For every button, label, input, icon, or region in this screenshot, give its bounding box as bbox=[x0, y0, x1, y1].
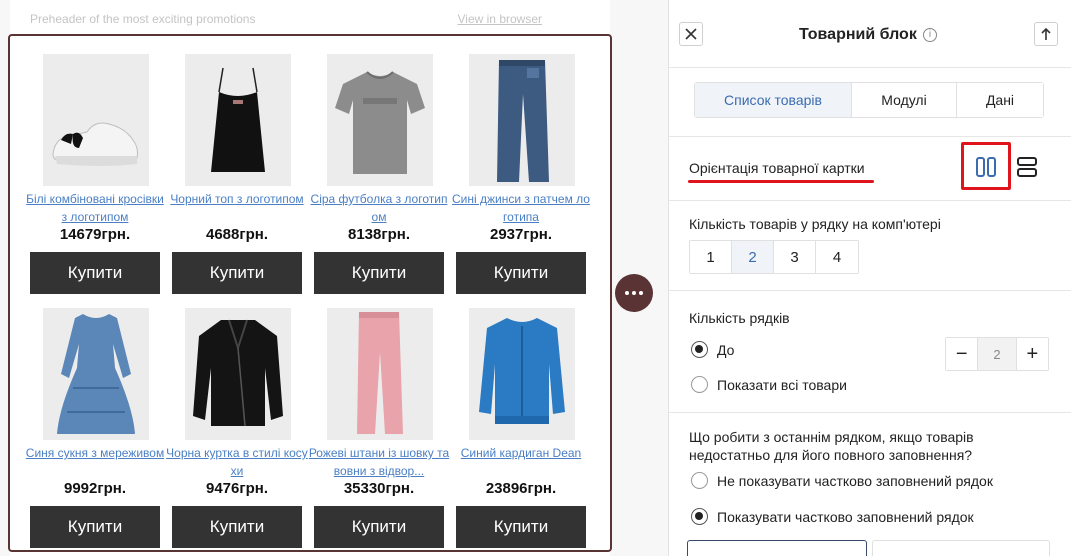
buy-button[interactable]: Купити bbox=[456, 506, 586, 548]
rows-stepper: − 2 + bbox=[945, 337, 1049, 371]
horizontal-orientation-icon[interactable] bbox=[1012, 152, 1042, 182]
option-card[interactable] bbox=[687, 540, 867, 556]
product-card: Синя сукня з мереживом 9992грн. Купити bbox=[26, 300, 164, 548]
show-partial-row-radio[interactable]: Показувати частково заповнений рядок bbox=[691, 508, 974, 525]
rows-upto-label: До bbox=[717, 341, 735, 358]
settings-panel: Товарний блок i Список товарів Модулі Да… bbox=[668, 0, 1071, 556]
panel-header: Товарний блок i bbox=[669, 0, 1071, 68]
view-in-browser-link[interactable]: View in browser bbox=[458, 12, 542, 26]
panel-tabs: Список товарів Модулі Дані bbox=[694, 82, 1044, 118]
product-name-link[interactable]: Сіра футболка з логотипом bbox=[308, 190, 450, 226]
divider bbox=[669, 200, 1071, 201]
buy-button[interactable]: Купити bbox=[30, 252, 160, 294]
vertical-orientation-icon[interactable] bbox=[971, 152, 1001, 182]
radio-indicator bbox=[691, 472, 708, 489]
radio-indicator bbox=[691, 508, 708, 525]
product-price: 14679грн. bbox=[59, 226, 131, 243]
app-root: Preheader of the most exciting promotion… bbox=[0, 0, 1071, 556]
product-card: Рожеві штани із шовку та вовни з відвор.… bbox=[309, 300, 449, 548]
jeans-image[interactable] bbox=[469, 54, 575, 186]
product-name-link[interactable]: Сині джинси з патчем логотипа bbox=[450, 190, 592, 226]
product-price: 9476грн. bbox=[205, 480, 268, 497]
product-price: 4688грн. bbox=[205, 226, 268, 243]
tab-products-list[interactable]: Список товарів bbox=[695, 83, 852, 117]
minus-icon[interactable]: − bbox=[946, 338, 978, 370]
count-option-3[interactable]: 3 bbox=[774, 241, 816, 273]
buy-button[interactable]: Купити bbox=[314, 506, 444, 548]
sneaker-image[interactable] bbox=[43, 54, 149, 186]
buy-button[interactable]: Купити bbox=[314, 252, 444, 294]
pants-image[interactable] bbox=[327, 308, 433, 440]
tshirt-image[interactable] bbox=[327, 54, 433, 186]
arrow-up-icon[interactable] bbox=[1034, 22, 1058, 46]
product-card: Синий кардиган Dean 23896грн. Купити bbox=[456, 300, 586, 548]
count-option-1[interactable]: 1 bbox=[690, 241, 732, 273]
desktop-count-selector: 1 2 3 4 bbox=[689, 240, 859, 274]
product-name-link[interactable]: Чорний топ з логотипом bbox=[166, 190, 308, 226]
product-name-link[interactable]: Рожеві штани із шовку та вовни з відвор.… bbox=[308, 444, 450, 480]
close-icon[interactable] bbox=[679, 22, 703, 46]
tab-data[interactable]: Дані bbox=[957, 83, 1043, 117]
product-name-link[interactable]: Синя сукня з мереживом bbox=[24, 444, 166, 480]
plus-icon[interactable]: + bbox=[1016, 338, 1048, 370]
product-card: Чорна куртка в стилі косухи 9476грн. Куп… bbox=[166, 300, 308, 548]
product-price: 35330грн. bbox=[343, 480, 415, 497]
product-name-link[interactable]: Білі комбіновані кросівки з логотипом bbox=[24, 190, 166, 226]
rows-label: Кількість рядків bbox=[689, 310, 790, 326]
product-price: 23896грн. bbox=[485, 480, 557, 497]
buy-button[interactable]: Купити bbox=[172, 506, 302, 548]
radio-indicator bbox=[691, 376, 708, 393]
option-card[interactable] bbox=[872, 540, 1050, 556]
cardigan-image[interactable] bbox=[469, 308, 575, 440]
jacket-image[interactable] bbox=[185, 308, 291, 440]
top-image[interactable] bbox=[185, 54, 291, 186]
product-card: Білі комбіновані кросівки з логотипом 14… bbox=[26, 46, 164, 294]
dot bbox=[639, 291, 643, 295]
show-partial-row-label: Показувати частково заповнений рядок bbox=[717, 508, 974, 525]
product-grid: Білі комбіновані кросівки з логотипом 14… bbox=[26, 46, 598, 548]
desktop-count-label: Кількість товарів у рядку на комп'ютері bbox=[689, 216, 941, 232]
rows-upto-radio[interactable]: До bbox=[691, 341, 734, 358]
divider bbox=[669, 136, 1071, 137]
product-name-link[interactable]: Синий кардиган Dean bbox=[450, 444, 592, 480]
rows-all-radio[interactable]: Показати всі товари bbox=[691, 376, 847, 393]
hide-partial-row-radio[interactable]: Не показувати частково заповнений рядок bbox=[691, 472, 993, 489]
orientation-annotation-underline bbox=[688, 180, 874, 183]
divider bbox=[669, 290, 1071, 291]
product-price: 9992грн. bbox=[63, 480, 126, 497]
product-name-link[interactable]: Чорна куртка в стилі косухи bbox=[166, 444, 308, 480]
radio-indicator bbox=[691, 341, 708, 358]
product-card: Сіра футболка з логотипом 8138грн. Купит… bbox=[311, 46, 447, 294]
tab-modules[interactable]: Модулі bbox=[852, 83, 957, 117]
buy-button[interactable]: Купити bbox=[172, 252, 302, 294]
info-icon[interactable]: i bbox=[923, 28, 937, 42]
orientation-label: Орієнтація товарної картки bbox=[689, 160, 865, 176]
buy-button[interactable]: Купити bbox=[456, 252, 586, 294]
panel-title: Товарний блок bbox=[799, 26, 917, 43]
divider bbox=[669, 412, 1071, 413]
dot bbox=[625, 291, 629, 295]
product-price: 2937грн. bbox=[489, 226, 552, 243]
hide-partial-row-label: Не показувати частково заповнений рядок bbox=[717, 472, 993, 489]
block-options-button[interactable] bbox=[615, 274, 653, 312]
preheader-text: Preheader of the most exciting promotion… bbox=[30, 12, 256, 26]
count-option-2[interactable]: 2 bbox=[732, 241, 774, 273]
product-price: 8138грн. bbox=[347, 226, 410, 243]
count-option-4[interactable]: 4 bbox=[816, 241, 858, 273]
last-row-question: Що робити з останнім рядком, якщо товарі… bbox=[689, 429, 974, 463]
rows-all-label: Показати всі товари bbox=[717, 376, 847, 393]
product-card: Чорний топ з логотипом 4688грн. Купити bbox=[170, 46, 304, 294]
product-block[interactable]: Білі комбіновані кросівки з логотипом 14… bbox=[8, 34, 612, 552]
rows-value[interactable]: 2 bbox=[977, 338, 1017, 370]
buy-button[interactable]: Купити bbox=[30, 506, 160, 548]
product-card: Сині джинси з патчем логотипа 2937грн. К… bbox=[452, 46, 590, 294]
dress-image[interactable] bbox=[43, 308, 149, 440]
dot bbox=[632, 291, 636, 295]
